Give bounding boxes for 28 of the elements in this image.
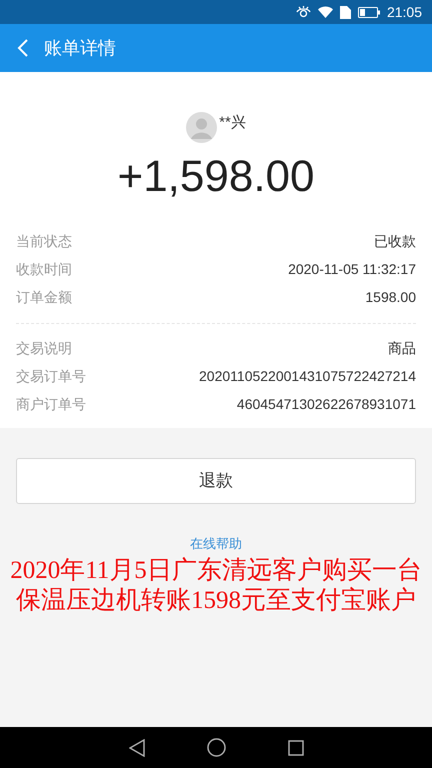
field-value: 已收款: [374, 232, 416, 250]
recents-nav-icon[interactable]: [288, 740, 304, 756]
home-nav-icon[interactable]: [206, 738, 226, 757]
page-title: 账单详情: [44, 36, 116, 60]
status-time: 21:05: [386, 2, 422, 22]
field-label: 交易订单号: [16, 366, 86, 386]
avatar-icon: [186, 112, 218, 143]
caption-text: 保温压边机转账1598元至支付宝账户: [16, 586, 416, 616]
back-icon: [16, 39, 28, 57]
field-value: 46045471302622678931071: [236, 394, 416, 414]
amount-text: +1,598.00: [116, 151, 316, 203]
field-value: 1598.00: [365, 288, 416, 306]
battery-icon: [358, 6, 380, 18]
back-nav-icon[interactable]: [128, 738, 144, 756]
field-value: 商品: [388, 338, 416, 358]
sim-icon: [340, 6, 351, 18]
field-label: 订单金额: [16, 288, 72, 306]
refund-button[interactable]: 退款: [16, 458, 416, 504]
field-value: 2020-11-05 11:32:17: [288, 260, 416, 278]
field-label: 商户订单号: [16, 394, 86, 414]
field-label: 当前状态: [16, 232, 72, 250]
field-label: 收款时间: [16, 260, 72, 278]
eye-icon: [296, 6, 311, 18]
caption-text: 2020年11月5日广东清远客户购买一台: [10, 556, 422, 586]
field-value: 2020110522001431075722427214: [199, 366, 416, 386]
payer-name: **兴: [219, 113, 246, 133]
field-label: 交易说明: [16, 338, 72, 358]
wifi-icon: [318, 6, 333, 18]
